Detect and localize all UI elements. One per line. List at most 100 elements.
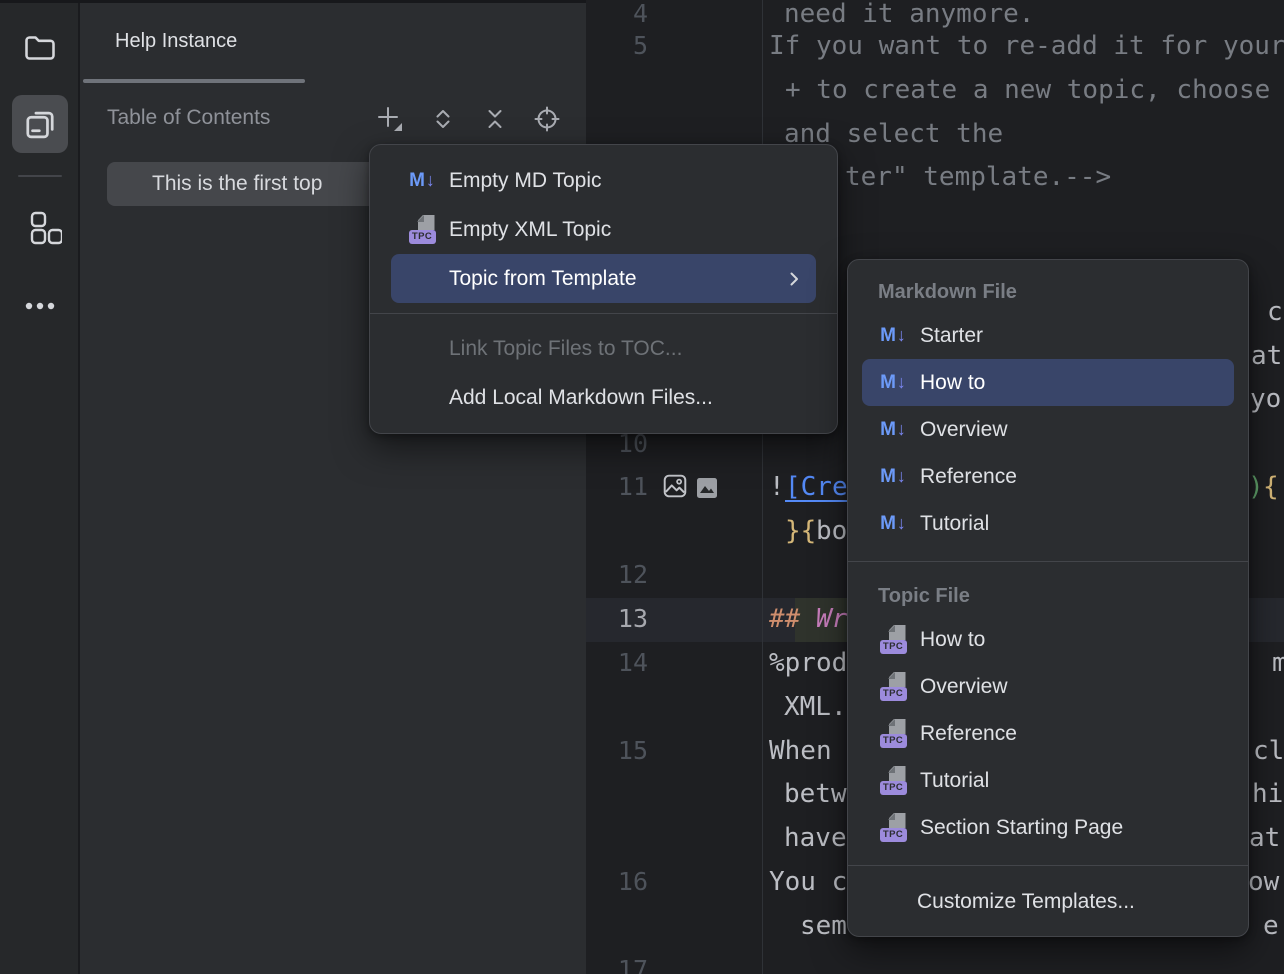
submenu-item-label: Starter (920, 324, 983, 348)
topic-file-icon: TPC (878, 719, 908, 749)
markdown-file-icon: M↓ (878, 321, 908, 351)
submenu-item-tutorial-md[interactable]: M↓ Tutorial (862, 500, 1234, 547)
code-line: %prod (769, 646, 847, 680)
line-number: 16 (602, 865, 648, 899)
code-line: have (784, 821, 847, 855)
submenu-item-reference-md[interactable]: M↓ Reference (862, 453, 1234, 500)
code-heading-text: Wr (816, 602, 847, 636)
icon-spacer (407, 264, 437, 294)
menu-item-empty-md-topic[interactable]: M↓ Empty MD Topic (391, 156, 816, 205)
submenu-item-label: Section Starting Page (920, 816, 1123, 840)
writerside-window: Help Instance Table of Contents (0, 0, 1284, 974)
code-fragment: yo (1250, 382, 1281, 416)
submenu-item-label: Overview (920, 418, 1008, 442)
submenu-item-label: Overview (920, 675, 1008, 699)
crosshair-icon (533, 105, 561, 133)
line-number-active: 13 (602, 602, 648, 636)
menu-item-label: Link Topic Files to TOC... (449, 337, 682, 361)
submenu-item-label: How to (920, 371, 985, 395)
code-line: ! (769, 470, 785, 504)
code-fragment: { (1263, 470, 1279, 504)
submenu-item-overview-tpc[interactable]: TPC Overview (862, 663, 1234, 710)
submenu-item-how-to-md[interactable]: M↓ How to (862, 359, 1234, 406)
submenu-section-header: Topic File (848, 576, 1248, 616)
collapse-all-icon (481, 105, 509, 133)
menu-item-label: Add Local Markdown Files... (449, 386, 713, 410)
code-fragment: c (1267, 295, 1283, 329)
submenu-item-overview-md[interactable]: M↓ Overview (862, 406, 1234, 453)
submenu-item-tutorial-tpc[interactable]: TPC Tutorial (862, 757, 1234, 804)
ellipsis-icon (20, 286, 60, 326)
menu-separator (370, 313, 837, 314)
code-line: sem (800, 909, 847, 943)
code-fragment: at (1249, 821, 1280, 855)
rail-divider (18, 175, 62, 177)
submenu-item-label: Tutorial (920, 769, 989, 793)
menu-item-add-local-markdown[interactable]: Add Local Markdown Files... (391, 373, 816, 422)
collapse-all-button[interactable] (480, 104, 510, 134)
code-link[interactable]: [Cre (785, 470, 848, 504)
submenu-chevron-icon (782, 267, 806, 291)
line-number: 11 (602, 470, 648, 504)
submenu-item-reference-tpc[interactable]: TPC Reference (862, 710, 1234, 757)
markdown-file-icon: M↓ (878, 368, 908, 398)
window-top-border (0, 0, 586, 3)
expand-all-button[interactable] (428, 104, 458, 134)
code-fragment: at (1251, 339, 1282, 373)
code-fragment: ow (1248, 865, 1279, 899)
submenu-item-label: How to (920, 628, 985, 652)
markdown-file-icon: M↓ (878, 462, 908, 492)
icon-spacer (407, 383, 437, 413)
menu-item-topic-from-template[interactable]: Topic from Template (391, 254, 816, 303)
menu-item-label: Empty XML Topic (449, 218, 611, 242)
line-number: 5 (602, 29, 648, 63)
add-topic-button[interactable] (375, 104, 405, 134)
copy-pages-icon (21, 105, 59, 143)
submenu-item-section-starting-page[interactable]: TPC Section Starting Page (862, 804, 1234, 851)
line-number: 12 (602, 558, 648, 592)
topic-file-icon: TPC (407, 215, 437, 245)
structure-tool-button[interactable] (12, 200, 68, 256)
locate-file-button[interactable] (532, 104, 562, 134)
code-line: If you want to re-add it for your (769, 29, 1284, 63)
code-line: You c (769, 865, 847, 899)
submenu-item-customize-templates[interactable]: Customize Templates... (862, 880, 1234, 924)
code-fragment: cl (1253, 734, 1284, 768)
tool-rail (0, 0, 80, 974)
markdown-file-icon: M↓ (407, 166, 437, 196)
project-tool-button[interactable] (12, 20, 68, 76)
expand-all-icon (429, 105, 457, 133)
icon-spacer (407, 334, 437, 364)
topic-file-icon: TPC (878, 625, 908, 655)
code-heading-marker: ## (769, 602, 800, 636)
menu-item-label: Topic from Template (449, 267, 637, 291)
menu-item-empty-xml-topic[interactable]: TPC Empty XML Topic (391, 205, 816, 254)
submenu-item-label: Reference (920, 722, 1017, 746)
submenu-separator (848, 865, 1248, 866)
topic-file-icon: TPC (878, 766, 908, 796)
code-line: XML. (784, 690, 847, 724)
topic-template-submenu: Markdown File M↓ Starter M↓ How to M↓ Ov… (847, 259, 1249, 937)
submenu-item-label: Reference (920, 465, 1017, 489)
code-line: + to create a new topic, choose t (785, 73, 1284, 107)
code-line: betw (784, 777, 847, 811)
code-fragment: hi (1252, 777, 1283, 811)
line-number: 14 (602, 646, 648, 680)
instances-tool-button[interactable] (12, 95, 68, 153)
markdown-file-icon: M↓ (878, 509, 908, 539)
image-filled-icon[interactable] (696, 477, 718, 499)
line-number: 15 (602, 734, 648, 768)
folder-icon (22, 30, 58, 66)
markdown-file-icon: M↓ (878, 415, 908, 445)
submenu-separator (848, 561, 1248, 562)
code-line: ter" template.--> (845, 160, 1111, 194)
more-tools-button[interactable] (12, 278, 68, 334)
plus-dropdown-icon (375, 104, 405, 134)
image-outline-icon[interactable] (662, 473, 688, 499)
submenu-item-how-to-tpc[interactable]: TPC How to (862, 616, 1234, 663)
code-fragment: m (1272, 646, 1284, 680)
toc-label: Table of Contents (107, 106, 270, 130)
submenu-item-starter[interactable]: M↓ Starter (862, 312, 1234, 359)
panel-title: Help Instance (115, 30, 237, 53)
code-fragment: e (1263, 909, 1279, 943)
